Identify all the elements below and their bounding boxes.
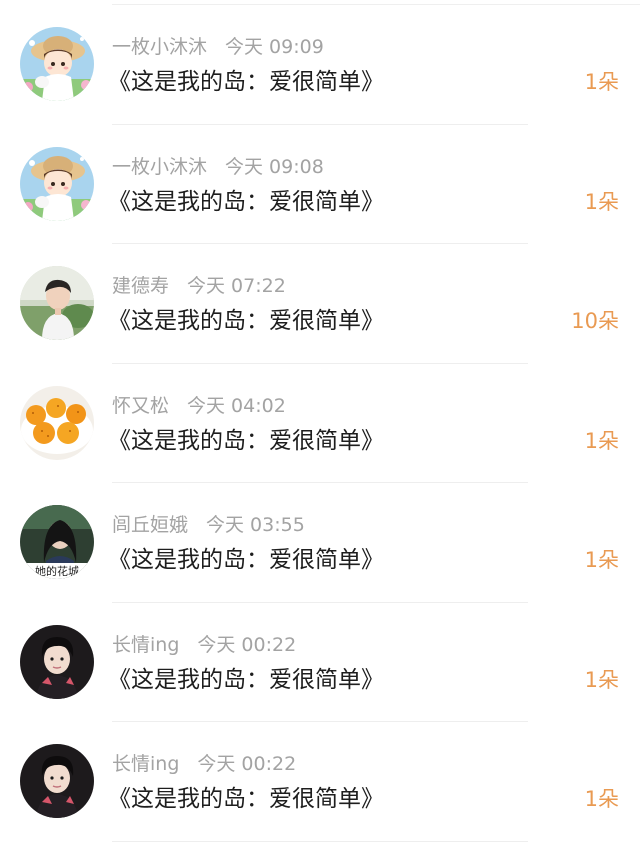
book-title[interactable]: 《这是我的岛：爱很简单》 — [108, 543, 384, 577]
timestamp: 今天 00:22 — [197, 753, 297, 775]
user-name[interactable]: 长情ing — [112, 634, 179, 656]
book-title[interactable]: 《这是我的岛：爱很简单》 — [108, 663, 384, 697]
avatar[interactable] — [20, 624, 94, 699]
book-title[interactable]: 《这是我的岛：爱很简单》 — [108, 185, 384, 219]
record-meta: 长情ing 今天 00:22 — [112, 632, 296, 658]
timestamp: 今天 00:22 — [197, 633, 297, 656]
user-name[interactable]: 一枚小沐沐 — [112, 156, 207, 178]
user-name[interactable]: 长情ing — [112, 753, 179, 775]
timestamp: 今天 09:08 — [225, 155, 324, 178]
user-name[interactable]: 闾丘姮娥 — [112, 514, 188, 536]
flower-count: 1朵 — [584, 70, 619, 94]
list-item[interactable]: 长情ing 今天 00:22 《这是我的岛：爱很简单》 1朵 — [0, 722, 640, 842]
timestamp: 今天 03:55 — [206, 514, 305, 536]
flower-count: 1朵 — [584, 189, 619, 214]
avatar[interactable] — [20, 27, 94, 101]
avatar[interactable] — [20, 385, 94, 460]
flower-count: 1朵 — [584, 548, 619, 572]
user-name[interactable]: 建德寿 — [112, 275, 169, 297]
book-title[interactable]: 《这是我的岛：爱很简单》 — [108, 65, 384, 99]
record-meta: 长情ing 今天 00:22 — [112, 751, 296, 777]
record-meta: 建德寿 今天 07:22 — [112, 273, 286, 299]
timestamp: 今天 09:09 — [225, 36, 324, 58]
avatar[interactable] — [20, 266, 94, 340]
flower-count: 1朵 — [584, 787, 619, 811]
timestamp: 今天 04:02 — [187, 394, 286, 417]
list-item[interactable]: 一枚小沐沐 今天 09:08 《这是我的岛：爱很简单》 1朵 — [0, 125, 640, 245]
avatar-caption: 她的花城 — [35, 564, 79, 578]
record-meta: 怀又松 今天 04:02 — [112, 393, 286, 419]
user-name[interactable]: 怀又松 — [112, 395, 169, 417]
timestamp: 今天 07:22 — [187, 275, 286, 297]
flower-count: 1朵 — [584, 667, 619, 692]
record-meta: 一枚小沐沐 今天 09:08 — [112, 154, 324, 180]
avatar[interactable] — [20, 744, 94, 818]
book-title[interactable]: 《这是我的岛：爱很简单》 — [108, 424, 384, 458]
record-meta: 闾丘姮娥 今天 03:55 — [112, 512, 305, 538]
user-name[interactable]: 一枚小沐沐 — [112, 36, 207, 58]
record-meta: 一枚小沐沐 今天 09:09 — [112, 34, 324, 60]
list-item[interactable]: 她的花城 闾丘姮娥 今天 03:55 《这是我的岛：爱很简单》 1朵 — [0, 483, 640, 603]
list-item[interactable]: 建德寿 今天 07:22 《这是我的岛：爱很简单》 10朵 — [0, 244, 640, 364]
gift-record-list: 一枚小沐沐 今天 09:09 《这是我的岛：爱很简单》 1朵 一枚小沐沐 今天 … — [0, 5, 640, 842]
list-item[interactable]: 怀又松 今天 04:02 《这是我的岛：爱很简单》 1朵 — [0, 364, 640, 484]
flower-count: 10朵 — [571, 309, 619, 333]
avatar[interactable]: 她的花城 — [20, 505, 94, 579]
list-item[interactable]: 长情ing 今天 00:22 《这是我的岛：爱很简单》 1朵 — [0, 603, 640, 723]
list-item[interactable]: 一枚小沐沐 今天 09:09 《这是我的岛：爱很简单》 1朵 — [0, 5, 640, 125]
book-title[interactable]: 《这是我的岛：爱很简单》 — [108, 304, 384, 338]
book-title[interactable]: 《这是我的岛：爱很简单》 — [108, 782, 384, 816]
flower-count: 1朵 — [584, 428, 619, 453]
avatar[interactable] — [20, 146, 94, 221]
